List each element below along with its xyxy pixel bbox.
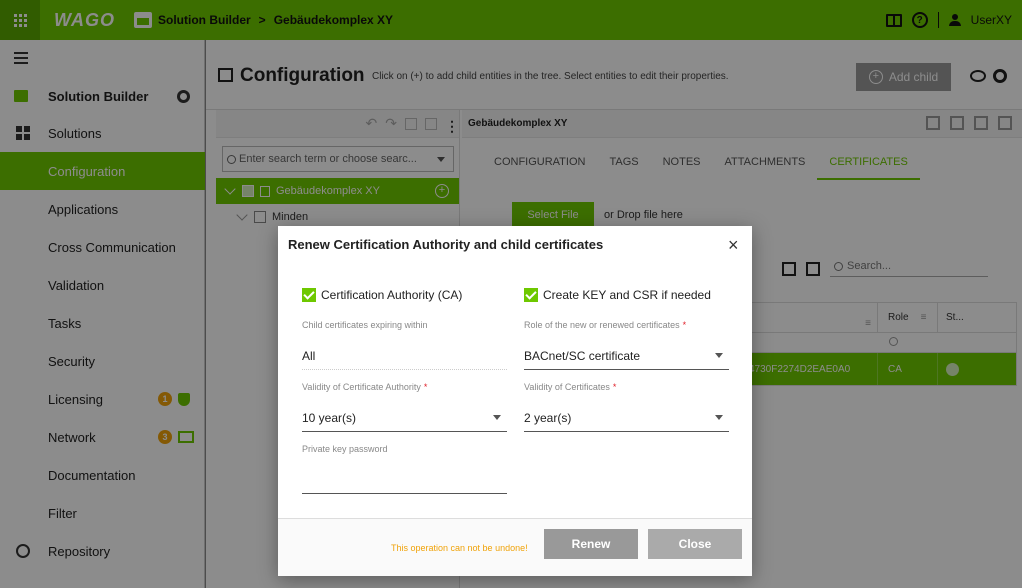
field-label: Child certificates expiring within <box>302 320 428 330</box>
child-expiring-field[interactable]: Child certificates expiring within All <box>302 320 507 370</box>
ca-checkbox[interactable]: Certification Authority (CA) <box>302 288 462 302</box>
dialog-title: Renew Certification Authority and child … <box>288 237 604 252</box>
validity-ca-value[interactable]: 10 year(s) <box>302 410 507 432</box>
field-label: Validity of Certificates * <box>524 382 617 392</box>
close-icon[interactable]: × <box>728 236 739 254</box>
renew-certificates-dialog: Renew Certification Authority and child … <box>278 226 752 576</box>
create-key-checkbox[interactable]: Create KEY and CSR if needed <box>524 288 711 302</box>
warning-text: This operation can not be undone! <box>391 543 528 553</box>
private-key-password-input[interactable] <box>302 472 507 494</box>
field-label: Validity of Certificate Authority * <box>302 382 428 392</box>
child-expiring-value[interactable]: All <box>302 348 507 370</box>
field-label: Role of the new or renewed certificates * <box>524 320 687 330</box>
chevron-down-icon <box>715 353 723 358</box>
checkbox-checked-icon <box>302 288 316 302</box>
validity-ca-select[interactable]: Validity of Certificate Authority * 10 ye… <box>302 382 507 432</box>
checkbox-checked-icon <box>524 288 538 302</box>
role-value[interactable]: BACnet/SC certificate <box>524 348 729 370</box>
validity-cert-value[interactable]: 2 year(s) <box>524 410 729 432</box>
dialog-footer: This operation can not be undone! Renew … <box>278 518 752 576</box>
chevron-down-icon <box>715 415 723 420</box>
renew-button[interactable]: Renew <box>544 529 638 559</box>
chevron-down-icon <box>493 415 501 420</box>
field-label: Private key password <box>302 444 388 454</box>
close-button[interactable]: Close <box>648 529 742 559</box>
validity-cert-select[interactable]: Validity of Certificates * 2 year(s) <box>524 382 729 432</box>
ca-checkbox-label: Certification Authority (CA) <box>321 288 463 302</box>
create-key-checkbox-label: Create KEY and CSR if needed <box>543 288 711 302</box>
private-key-password-field[interactable]: Private key password <box>302 444 507 494</box>
role-select[interactable]: Role of the new or renewed certificates *… <box>524 320 729 370</box>
